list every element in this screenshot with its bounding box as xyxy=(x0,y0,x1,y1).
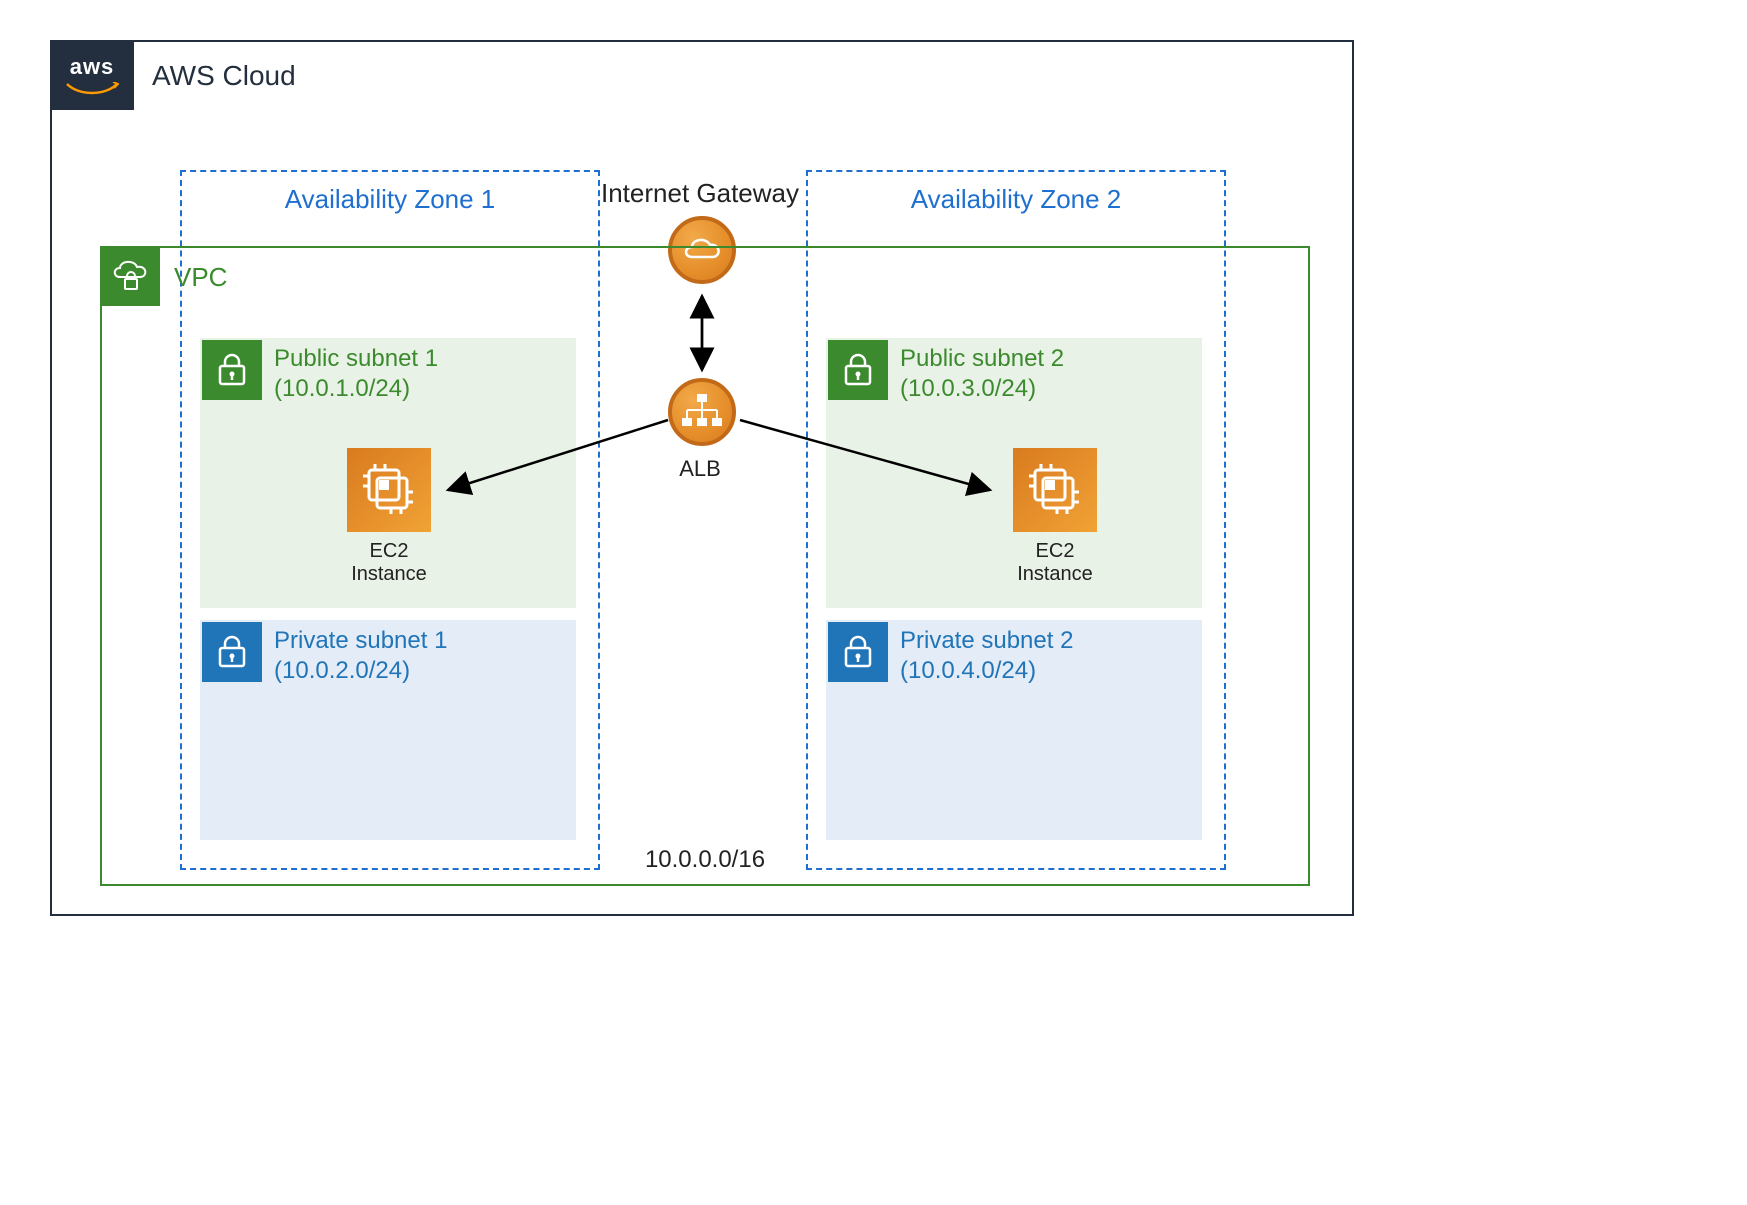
lock-icon xyxy=(828,340,888,400)
subnet-name: Public subnet 2 xyxy=(900,344,1064,374)
vpc-badge-icon xyxy=(100,246,160,306)
private-subnet-2: Private subnet 2 (10.0.4.0/24) xyxy=(826,620,1202,840)
public-subnet-1: Public subnet 1 (10.0.1.0/24) xyxy=(200,338,576,608)
subnet-name: Public subnet 1 xyxy=(274,344,438,374)
private-subnet-1-text: Private subnet 1 (10.0.2.0/24) xyxy=(274,622,447,686)
subnet-cidr: (10.0.3.0/24) xyxy=(900,374,1064,404)
ec2-instance-2: EC2 Instance xyxy=(1000,448,1110,586)
subnet-cidr: (10.0.1.0/24) xyxy=(274,374,438,404)
subnet-cidr: (10.0.2.0/24) xyxy=(274,656,447,686)
subnet-name: Private subnet 2 xyxy=(900,626,1073,656)
internet-gateway-label: Internet Gateway xyxy=(570,178,830,209)
lock-icon xyxy=(828,622,888,682)
vpc-title: VPC xyxy=(174,262,227,293)
aws-logo-badge: aws xyxy=(50,40,134,110)
aws-logo-text: aws xyxy=(70,54,115,80)
az1-label: Availability Zone 1 xyxy=(182,184,598,215)
lock-icon xyxy=(202,622,262,682)
ec2-label: EC2 Instance xyxy=(1000,540,1110,586)
private-subnet-1: Private subnet 1 (10.0.2.0/24) xyxy=(200,620,576,840)
lock-icon xyxy=(202,340,262,400)
private-subnet-2-text: Private subnet 2 (10.0.4.0/24) xyxy=(900,622,1073,686)
ec2-label: EC2 Instance xyxy=(334,540,444,586)
public-subnet-2: Public subnet 2 (10.0.3.0/24) xyxy=(826,338,1202,608)
ec2-instance-1: EC2 Instance xyxy=(334,448,444,586)
alb-icon xyxy=(668,378,736,446)
public-subnet-2-text: Public subnet 2 (10.0.3.0/24) xyxy=(900,340,1064,404)
vpc-cidr: 10.0.0.0/16 xyxy=(102,846,1308,874)
diagram-canvas: aws AWS Cloud Availability Zone 1 Availa… xyxy=(50,40,1354,916)
az2-label: Availability Zone 2 xyxy=(808,184,1224,215)
ec2-chip-icon xyxy=(347,448,431,532)
alb-label: ALB xyxy=(650,456,750,482)
public-subnet-1-text: Public subnet 1 (10.0.1.0/24) xyxy=(274,340,438,404)
subnet-name: Private subnet 1 xyxy=(274,626,447,656)
ec2-chip-icon xyxy=(1013,448,1097,532)
aws-smile-icon xyxy=(65,82,119,96)
subnet-cidr: (10.0.4.0/24) xyxy=(900,656,1073,686)
aws-cloud-title: AWS Cloud xyxy=(152,60,296,92)
